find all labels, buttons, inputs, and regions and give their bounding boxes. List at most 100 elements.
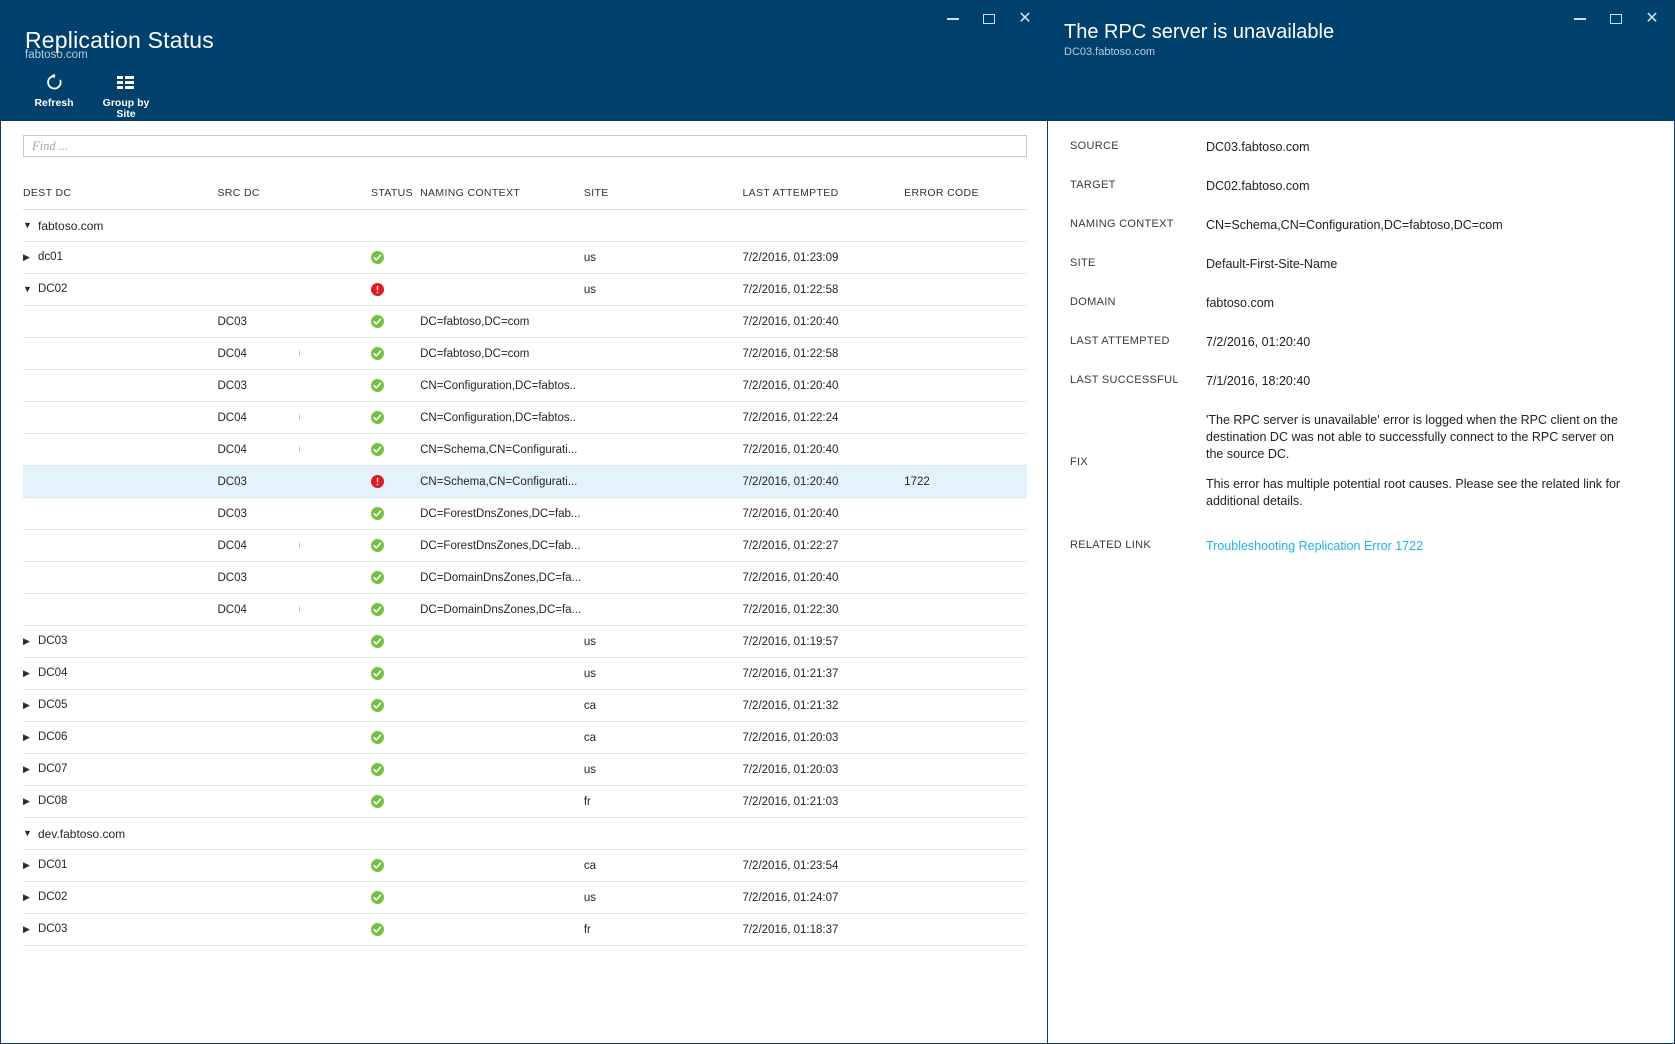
column-header-error-code[interactable]: ERROR CODE xyxy=(904,187,1027,210)
cell-naming-context: DC=fabtoso,DC=com xyxy=(420,337,584,370)
table-row[interactable]: DC03 CN=Schema,CN=Configurati... 7/2/2016,… xyxy=(23,465,1027,498)
expand-twisty-icon[interactable]: ▶ xyxy=(23,636,35,646)
cell-error-code xyxy=(904,337,1027,370)
cell-error-code xyxy=(904,689,1027,722)
column-header-dest-dc[interactable]: DEST DC xyxy=(23,187,218,210)
cell-last-attempted: 7/2/2016, 01:20:03 xyxy=(742,721,905,754)
table-row[interactable]: DC03 DC=fabtoso,DC=com 7/2/2016, 01:20:40 xyxy=(23,305,1027,338)
expand-twisty-icon[interactable]: ▼ xyxy=(23,829,35,838)
cell-dest-dc: ▶ DC07 xyxy=(23,753,218,786)
cell-site: us xyxy=(583,625,743,658)
column-header-site[interactable]: SITE xyxy=(583,187,743,210)
table-row[interactable]: ▶ DC08 fr 7/2/2016, 01:21:03 xyxy=(23,785,1027,818)
detail-row: LAST ATTEMPTED 7/2/2016, 01:20:40 xyxy=(1048,334,1674,351)
cell-src-dc: DC04 xyxy=(217,401,371,434)
cell-status xyxy=(370,529,421,562)
cell-last-attempted: 7/2/2016, 01:19:57 xyxy=(742,625,905,658)
table-group-row[interactable]: ▼ fabtoso.com xyxy=(23,209,1027,242)
group-by-site-button[interactable]: Group by Site xyxy=(95,69,157,120)
expand-twisty-icon[interactable]: ▼ xyxy=(23,284,35,294)
cell-src-dc: DC04 xyxy=(217,433,371,466)
table-row[interactable]: DC04 DC=ForestDnsZones,DC=fab... 7/2/2016,… xyxy=(23,529,1027,562)
cell-status xyxy=(370,689,421,722)
close-button-right[interactable]: ✕ xyxy=(1634,5,1670,33)
column-header-src-dc[interactable]: SRC DC xyxy=(217,187,371,210)
dest-dc-label: dc01 xyxy=(38,251,63,264)
cell-last-attempted xyxy=(742,209,905,242)
table-row[interactable]: ▶ DC06 ca 7/2/2016, 01:20:03 xyxy=(23,721,1027,754)
column-header-naming-context[interactable]: NAMING CONTEXT xyxy=(420,187,584,210)
cell-last-attempted: 7/2/2016, 01:22:30 xyxy=(742,593,905,626)
status-ok-icon xyxy=(370,763,384,776)
cell-dest-dc xyxy=(23,433,218,466)
cell-site xyxy=(583,369,743,402)
table-row[interactable]: DC04 CN=Configuration,DC=fabtos.. 7/2/2016… xyxy=(23,401,1027,434)
status-ok-icon xyxy=(370,539,384,552)
refresh-button[interactable]: Refresh xyxy=(23,69,85,120)
cell-src-dc: DC03 xyxy=(217,465,371,498)
detail-label-fix: FIX xyxy=(1070,455,1089,468)
detail-label: LAST ATTEMPTED xyxy=(1070,335,1170,347)
cell-last-attempted: 7/2/2016, 01:20:40 xyxy=(742,433,905,466)
expand-twisty-icon[interactable]: ▶ xyxy=(23,700,35,710)
table-row[interactable]: ▶ DC03 fr 7/2/2016, 01:18:37 xyxy=(23,913,1027,946)
cell-dest-dc: ▶ DC04 xyxy=(23,657,218,690)
close-button[interactable]: ✕ xyxy=(1007,5,1043,33)
maximize-button[interactable] xyxy=(971,5,1007,33)
cell-status xyxy=(370,625,421,658)
table-row[interactable]: ▶ DC02 us 7/2/2016, 01:24:07 xyxy=(23,881,1027,914)
table-body: ▼ fabtoso.com ▶ dc01 us 7/2/2016, 01:23:09 ▼ DC… xyxy=(23,209,1027,946)
expand-twisty-icon[interactable]: ▶ xyxy=(23,764,35,774)
table-row[interactable]: ▶ DC07 us 7/2/2016, 01:20:03 xyxy=(23,753,1027,786)
minimize-button-right[interactable] xyxy=(1562,5,1598,33)
column-header-last-attempted[interactable]: LAST ATTEMPTED xyxy=(742,187,905,210)
table-row[interactable]: DC03 DC=DomainDnsZones,DC=fa... 7/2/2016, … xyxy=(23,561,1027,594)
cell-dest-dc: ▶ DC03 xyxy=(23,913,218,946)
group-by-site-label: Group by Site xyxy=(102,97,150,120)
expand-twisty-icon[interactable]: ▶ xyxy=(23,668,35,678)
table-row[interactable]: DC04 DC=fabtoso,DC=com 7/2/2016, 01:22:58 xyxy=(23,337,1027,370)
left-window-controls: ✕ xyxy=(935,5,1043,33)
close-icon: ✕ xyxy=(1018,10,1032,27)
cell-site: us xyxy=(583,881,743,914)
maximize-button-right[interactable] xyxy=(1598,5,1634,33)
table-row[interactable]: ▼ DC02 us 7/2/2016, 01:22:58 xyxy=(23,273,1027,306)
cell-src-dc xyxy=(217,785,371,818)
expand-twisty-icon[interactable]: ▶ xyxy=(23,796,35,806)
expand-twisty-icon[interactable]: ▶ xyxy=(23,924,35,934)
expand-twisty-icon[interactable]: ▶ xyxy=(23,860,35,870)
cell-naming-context: CN=Configuration,DC=fabtos.. xyxy=(420,401,584,434)
table-row[interactable]: ▶ DC04 us 7/2/2016, 01:21:37 xyxy=(23,657,1027,690)
related-link[interactable]: Troubleshooting Replication Error 1722 xyxy=(1206,539,1423,553)
search-box[interactable] xyxy=(23,135,1027,157)
search-input[interactable] xyxy=(32,138,1018,154)
expand-twisty-icon[interactable]: ▼ xyxy=(23,221,35,230)
app-screen: Replication Status fabtoso.com ✕ Refresh… xyxy=(0,0,1675,1044)
table-row[interactable]: DC03 DC=ForestDnsZones,DC=fab... 7/2/2016,… xyxy=(23,497,1027,530)
cell-site xyxy=(583,593,743,626)
table-row[interactable]: ▶ DC01 ca 7/2/2016, 01:23:54 xyxy=(23,849,1027,882)
expand-twisty-icon[interactable]: ▶ xyxy=(23,732,35,742)
cell-dest-dc xyxy=(23,465,218,498)
table-group-row[interactable]: ▼ dev.fabtoso.com xyxy=(23,817,1027,850)
minimize-icon xyxy=(1574,18,1586,20)
right-titlebar: The RPC server is unavailable DC03.fabto… xyxy=(1048,1,1674,121)
table-row[interactable]: ▶ DC05 ca 7/2/2016, 01:21:32 xyxy=(23,689,1027,722)
cell-src-dc xyxy=(217,881,371,914)
status-ok-icon xyxy=(370,635,384,648)
cell-naming-context xyxy=(420,849,584,882)
expand-twisty-icon[interactable]: ▶ xyxy=(23,892,35,902)
table-row[interactable]: DC03 CN=Configuration,DC=fabtos.. 7/2/2016… xyxy=(23,369,1027,402)
table-row[interactable]: ▶ DC03 us 7/2/2016, 01:19:57 xyxy=(23,625,1027,658)
close-icon: ✕ xyxy=(1645,10,1659,27)
status-ok-icon xyxy=(370,571,384,584)
table-row[interactable]: DC04 CN=Schema,CN=Configurati... 7/2/2016,… xyxy=(23,433,1027,466)
table-row[interactable]: DC04 DC=DomainDnsZones,DC=fa... 7/2/2016, … xyxy=(23,593,1027,626)
expand-twisty-icon[interactable]: ▶ xyxy=(23,252,35,262)
detail-label: LAST SUCCESSFUL xyxy=(1070,374,1179,386)
dest-dc-label: DC01 xyxy=(38,859,68,872)
minimize-button[interactable] xyxy=(935,5,971,33)
detail-value: DC02.fabtoso.com xyxy=(1206,179,1310,193)
table-row[interactable]: ▶ dc01 us 7/2/2016, 01:23:09 xyxy=(23,241,1027,274)
column-header-status[interactable]: STATUS xyxy=(370,187,421,210)
